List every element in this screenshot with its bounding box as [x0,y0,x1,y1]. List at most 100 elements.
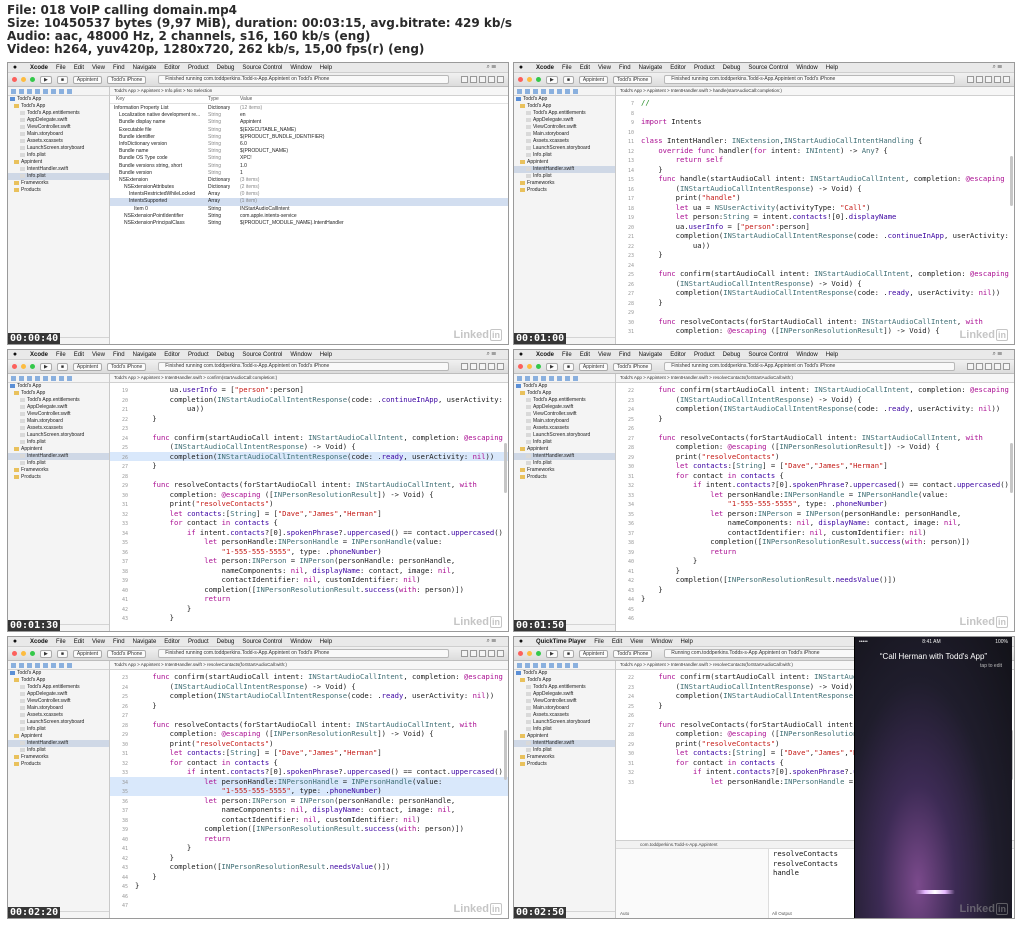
navigator-item[interactable]: Todd's App [514,103,615,110]
plist-column-header[interactable]: Value [240,96,252,102]
menu-xcode[interactable]: Xcode [30,639,48,645]
menu-file[interactable]: File [562,352,572,358]
navigator-item[interactable]: LaunchScreen.storyboard [514,719,615,726]
menu-editor[interactable]: Editor [164,352,180,358]
menu-product[interactable]: Product [188,639,209,645]
navigator-item[interactable]: Products [514,761,615,768]
menu-xcode[interactable]: Xcode [30,65,48,71]
navigator-item[interactable]: Todd's App.entitlements [8,110,109,117]
menu-view[interactable]: View [92,639,105,645]
editor-scrollbar[interactable] [1010,443,1013,493]
menu-window[interactable]: Window [290,639,311,645]
navigator-item[interactable]: Info.plist [8,173,109,180]
navigator-item[interactable]: Main.storyboard [514,418,615,425]
close-window-icon[interactable] [12,651,17,656]
navigator-item[interactable]: IntentHandler.swift [514,453,615,460]
navigator-item[interactable]: LaunchScreen.storyboard [514,145,615,152]
navigator-item[interactable]: Appintent [8,733,109,740]
menu-source-control[interactable]: Source Control [748,352,788,358]
menu-editor[interactable]: Editor [164,65,180,71]
navigator-item[interactable]: ViewController.swift [514,698,615,705]
editor-scrollbar[interactable] [504,730,507,780]
navigator-item[interactable]: Todd's App [8,103,109,110]
layout-toggle-icons[interactable] [965,363,1010,370]
menu-edit[interactable]: Edit [580,352,590,358]
navigator-item[interactable]: Info.plist [514,152,615,159]
spotlight-icon[interactable]: ⌕ ☰ [486,638,496,645]
plist-row[interactable]: Bundle name String $(PRODUCT_NAME) [110,148,508,155]
plist-row[interactable]: IntentsSupported Array (1 item) [110,198,508,206]
stop-button[interactable]: ■ [562,649,574,658]
run-button[interactable]: ▶ [546,649,558,658]
menu-editor[interactable]: Editor [164,639,180,645]
menu-edit[interactable]: Edit [612,639,622,645]
navigator-item[interactable]: Products [8,761,109,768]
jump-bar[interactable]: Todd's App > Appintent > Info.plist > No… [110,87,508,96]
plist-column-header[interactable]: Type [208,96,219,102]
layout-toggle-icons[interactable] [965,76,1010,83]
minimize-window-icon[interactable] [527,651,532,656]
navigator-item[interactable]: Todd's App [8,383,109,390]
run-button[interactable]: ▶ [40,75,52,84]
stop-button[interactable]: ■ [56,362,68,371]
menu-edit[interactable]: Edit [74,639,84,645]
menu-edit[interactable]: Edit [74,65,84,71]
navigator-item[interactable]: Todd's App [514,390,615,397]
plist-row[interactable]: NSExtensionPrincipalClass String $(PRODUCT… [110,220,508,227]
spotlight-icon[interactable]: ⌕ ☰ [992,351,1002,358]
close-window-icon[interactable] [12,364,17,369]
plist-row[interactable]: NSExtensionPointIdentifier String com.appl… [110,213,508,220]
navigator-item[interactable]: Todd's App [8,677,109,684]
menu-window[interactable]: Window [290,352,311,358]
menu-view[interactable]: View [630,639,643,645]
close-window-icon[interactable] [518,77,523,82]
menu-find[interactable]: Find [113,65,125,71]
navigator-item[interactable]: Todd's App [514,670,615,677]
navigator-item[interactable]: Frameworks [514,754,615,761]
spotlight-icon[interactable]: ⌕ ☰ [992,64,1002,71]
navigator-item[interactable]: IntentHandler.swift [8,453,109,460]
zoom-window-icon[interactable] [30,651,35,656]
layout-toggle-icons[interactable] [459,363,504,370]
editor-scrollbar[interactable] [1010,156,1013,206]
menu-view[interactable]: View [92,65,105,71]
menu-source-control[interactable]: Source Control [242,352,282,358]
navigator-item[interactable]: LaunchScreen.storyboard [514,432,615,439]
navigator-item[interactable]: Todd's App.entitlements [514,684,615,691]
navigator-item[interactable]: Info.plist [514,460,615,467]
menu-help[interactable]: Help [320,639,332,645]
spotlight-icon[interactable]: ⌕ ☰ [486,351,496,358]
apple-menu-icon[interactable]: ● [8,64,22,71]
zoom-window-icon[interactable] [30,364,35,369]
navigator-item[interactable]: Info.plist [514,747,615,754]
navigator-item[interactable]: Todd's App [514,677,615,684]
menu-source-control[interactable]: Source Control [748,65,788,71]
menu-product[interactable]: Product [694,352,715,358]
menu-navigate[interactable]: Navigate [639,65,663,71]
scheme-selector[interactable]: Appintent [578,362,609,371]
menu-help[interactable]: Help [320,65,332,71]
menu-file[interactable]: File [594,639,604,645]
menu-product[interactable]: Product [694,65,715,71]
run-button[interactable]: ▶ [546,362,558,371]
navigator-item[interactable]: Info.plist [8,439,109,446]
plist-row[interactable]: Localization native development re... Str… [110,112,508,119]
menu-file[interactable]: File [56,639,66,645]
minimize-window-icon[interactable] [21,77,26,82]
navigator-item[interactable]: Products [8,187,109,194]
navigator-item[interactable]: ViewController.swift [8,411,109,418]
navigator-item[interactable]: Frameworks [8,180,109,187]
jump-bar[interactable]: Todd's App > Appintent > IntentHandler.s… [110,661,508,670]
navigator-item[interactable]: Assets.xcassets [514,425,615,432]
menu-file[interactable]: File [56,65,66,71]
editor-area[interactable]: 7// 8 9 import Intents 10 11 class IntentHandl… [616,96,1014,344]
menu-debug[interactable]: Debug [217,639,235,645]
navigator-item[interactable]: Frameworks [514,180,615,187]
navigator-tabs[interactable] [8,87,109,96]
navigator-tabs[interactable] [514,87,615,96]
navigator-item[interactable]: Products [514,187,615,194]
stop-button[interactable]: ■ [56,649,68,658]
menu-xcode[interactable]: Xcode [30,352,48,358]
navigator-item[interactable]: Todd's App [514,96,615,103]
menu-editor[interactable]: Editor [670,352,686,358]
